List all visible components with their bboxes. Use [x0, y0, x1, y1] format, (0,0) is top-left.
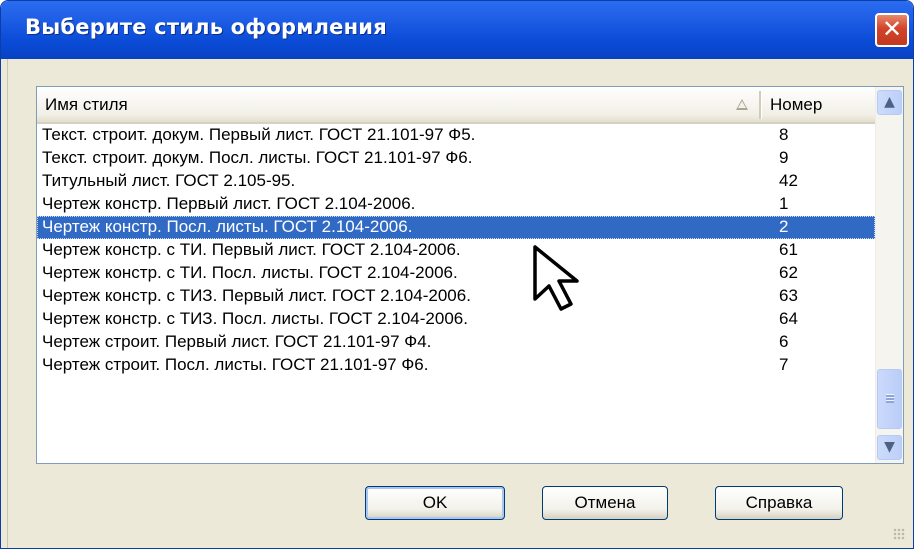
scroll-down-button[interactable]: ▼: [877, 435, 902, 460]
list-item[interactable]: Чертеж строит. Первый лист. ГОСТ 21.101-…: [37, 331, 875, 354]
mouse-pointer-icon: [533, 245, 579, 311]
column-header-number[interactable]: Номер: [770, 95, 822, 115]
dialog-title: Выберите стиль оформления: [25, 15, 387, 39]
vertical-scrollbar[interactable]: ▲ ▼: [875, 87, 903, 463]
list-item-style-name: Чертеж строит. Посл. листы. ГОСТ 21.101-…: [42, 355, 429, 374]
dialog-client-area: Имя стиля Номер Текст. строит. докум. Пе…: [7, 59, 913, 548]
list-item[interactable]: Чертеж констр. с ТИ. Первый лист. ГОСТ 2…: [37, 239, 875, 262]
list-item[interactable]: Текст. строит. докум. Первый лист. ГОСТ …: [37, 124, 875, 147]
list-item-style-name: Чертеж констр. с ТИЗ. Посл. листы. ГОСТ …: [42, 309, 468, 328]
list-item-number: 63: [779, 286, 798, 305]
list-item[interactable]: Текст. строит. докум. Посл. листы. ГОСТ …: [37, 147, 875, 170]
list-item-style-name: Чертеж строит. Первый лист. ГОСТ 21.101-…: [42, 332, 432, 351]
list-item[interactable]: Чертеж констр. Первый лист. ГОСТ 2.104-2…: [37, 193, 875, 216]
list-item[interactable]: Титульный лист. ГОСТ 2.105-95. 42: [37, 170, 875, 193]
list-item-number: 8: [779, 125, 789, 144]
list-item-number: 7: [779, 355, 789, 374]
column-separator[interactable]: [759, 91, 762, 119]
sort-ascending-icon: [736, 99, 748, 110]
resize-grip-icon[interactable]: [893, 528, 905, 540]
list-item-style-name: Текст. строит. докум. Посл. листы. ГОСТ …: [42, 148, 473, 167]
style-list[interactable]: Имя стиля Номер Текст. строит. докум. Пе…: [36, 86, 904, 464]
list-item-number: 6: [779, 332, 789, 351]
list-item-number: 64: [779, 309, 798, 328]
list-item[interactable]: Чертеж констр. с ТИЗ. Первый лист. ГОСТ …: [37, 285, 875, 308]
list-item-style-name: Чертеж констр. с ТИЗ. Первый лист. ГОСТ …: [42, 286, 471, 305]
dialog-window: Выберите стиль оформления ✕ Имя стиля Но…: [0, 0, 914, 549]
scroll-thumb-grip-icon: [886, 394, 894, 403]
cancel-button[interactable]: Отмена: [542, 486, 668, 520]
list-rows: Текст. строит. докум. Первый лист. ГОСТ …: [37, 124, 875, 377]
scroll-up-button[interactable]: ▲: [877, 90, 902, 115]
list-item-style-name: Чертеж констр. Первый лист. ГОСТ 2.104-2…: [42, 194, 416, 213]
close-button[interactable]: ✕: [875, 13, 909, 47]
list-item[interactable]: Чертеж констр. с ТИЗ. Посл. листы. ГОСТ …: [37, 308, 875, 331]
list-item-number: 61: [779, 240, 798, 259]
scroll-thumb[interactable]: [877, 369, 902, 429]
list-item-number: 62: [779, 263, 798, 282]
list-item[interactable]: Чертеж констр. с ТИ. Посл. листы. ГОСТ 2…: [37, 262, 875, 285]
list-item-style-name: Текст. строит. докум. Первый лист. ГОСТ …: [42, 125, 476, 144]
list-item-number: 1: [779, 194, 789, 213]
help-button[interactable]: Справка: [715, 486, 843, 520]
list-item-number: 2: [779, 217, 789, 236]
ok-button[interactable]: OK: [365, 486, 505, 520]
title-bar[interactable]: Выберите стиль оформления ✕: [1, 1, 913, 59]
list-item-number: 9: [779, 148, 789, 167]
list-item-number: 42: [779, 171, 798, 190]
list-header: Имя стиля Номер: [37, 87, 875, 124]
list-item[interactable]: Чертеж строит. Посл. листы. ГОСТ 21.101-…: [37, 354, 875, 377]
list-item-style-name: Титульный лист. ГОСТ 2.105-95.: [42, 171, 296, 190]
column-header-style-name[interactable]: Имя стиля: [45, 95, 128, 115]
list-item-style-name: Чертеж констр. с ТИ. Посл. листы. ГОСТ 2…: [42, 263, 458, 282]
list-item-style-name: Чертеж констр. Посл. листы. ГОСТ 2.104-2…: [42, 217, 413, 236]
list-item-style-name: Чертеж констр. с ТИ. Первый лист. ГОСТ 2…: [42, 240, 461, 259]
list-item[interactable]: Чертеж констр. Посл. листы. ГОСТ 2.104-2…: [37, 216, 875, 239]
